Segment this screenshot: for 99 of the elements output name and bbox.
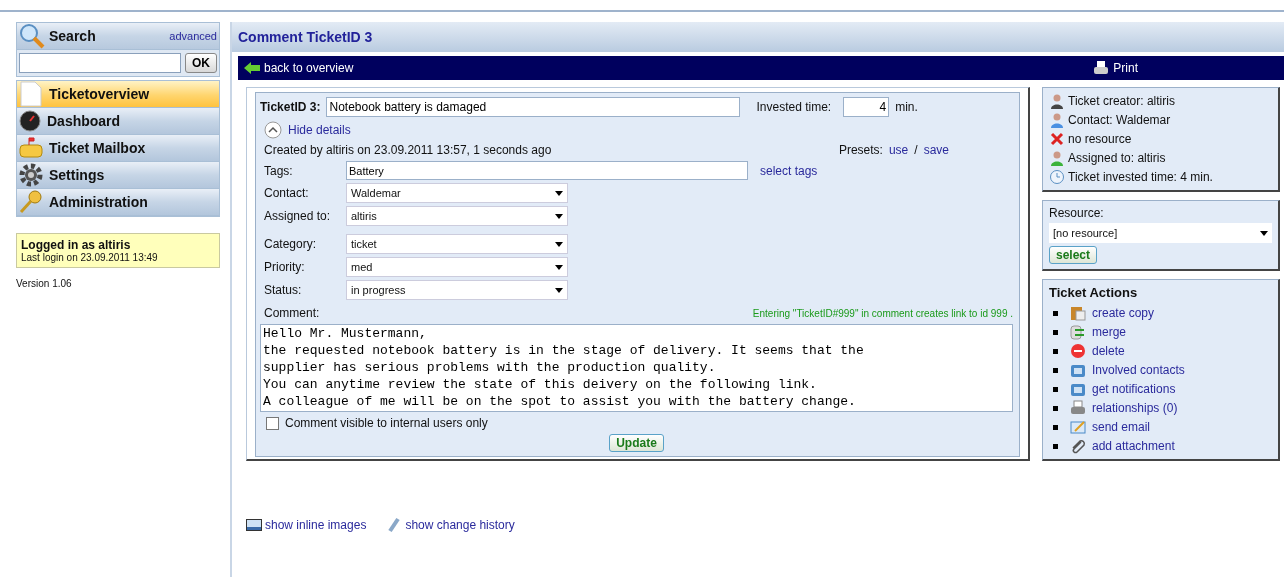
field-label: Assigned to: bbox=[264, 209, 332, 223]
caret-icon bbox=[555, 190, 563, 196]
mailbox-icon bbox=[19, 137, 43, 159]
unit-label: min. bbox=[895, 100, 918, 114]
caret-icon bbox=[555, 287, 563, 293]
nav-item[interactable]: Administration bbox=[17, 189, 219, 216]
info-text: no resource bbox=[1068, 132, 1132, 146]
caret-icon bbox=[555, 241, 563, 247]
bullet-icon bbox=[1053, 424, 1058, 430]
action-link[interactable]: add attachment bbox=[1092, 439, 1175, 453]
advanced-search-link[interactable]: advanced bbox=[169, 30, 217, 42]
preset-link[interactable]: save bbox=[923, 143, 949, 157]
image-icon bbox=[246, 517, 262, 533]
cross-icon bbox=[1049, 131, 1065, 147]
field-label: Priority: bbox=[264, 260, 306, 274]
comment-field[interactable]: Hello Mr. Mustermann, the requested notebook battery is in the stage of delivery. It seems that the supplier has serious problems with the production quality. You can anytime review the state of this deivery on the following link. A colleague of me will be on the spot to assist you with the battery change. bbox=[260, 324, 1013, 412]
dropdown[interactable]: in progress bbox=[346, 280, 568, 300]
last-login: Last login on 23.09.2011 13:49 bbox=[21, 252, 159, 263]
nav-item[interactable]: Dashboard bbox=[17, 108, 219, 135]
preset-link[interactable]: use bbox=[888, 143, 909, 157]
print-link[interactable]: Print bbox=[1093, 60, 1138, 76]
footer-link[interactable]: show change history bbox=[405, 518, 515, 532]
magnifier-icon bbox=[19, 23, 45, 49]
clock-icon bbox=[1049, 169, 1065, 185]
nav-item[interactable]: Ticketoverview bbox=[17, 81, 219, 108]
bullet-icon bbox=[1053, 367, 1058, 373]
field-label: Contact: bbox=[264, 186, 310, 200]
search-field[interactable] bbox=[19, 53, 181, 73]
bullet-icon bbox=[1053, 386, 1058, 392]
merge-icon bbox=[1070, 324, 1086, 340]
arrow-left-icon bbox=[244, 62, 260, 74]
action-link[interactable]: delete bbox=[1092, 344, 1125, 358]
gear-icon bbox=[19, 163, 43, 187]
footer-link[interactable]: show inline images bbox=[265, 518, 367, 532]
resource-label: Resource: bbox=[1049, 206, 1105, 220]
checkbox-label: Comment visible to internal users only bbox=[285, 416, 488, 430]
bullet-icon bbox=[1053, 348, 1058, 354]
page-title: Comment TicketID 3 bbox=[232, 22, 1284, 52]
bullet-icon bbox=[1053, 405, 1058, 411]
update-button[interactable]: Update bbox=[609, 434, 664, 452]
caret-icon bbox=[555, 264, 563, 270]
comment-label: Comment: bbox=[264, 306, 320, 320]
action-link[interactable]: send email bbox=[1092, 420, 1151, 434]
checkbox[interactable] bbox=[266, 416, 279, 430]
page-icon bbox=[19, 81, 43, 107]
back-link[interactable]: back to overview bbox=[244, 61, 354, 75]
tags-field[interactable]: Battery bbox=[346, 161, 748, 180]
clipboard-icon bbox=[1070, 305, 1086, 321]
caret-icon bbox=[555, 213, 563, 219]
dropdown[interactable]: altiris bbox=[346, 206, 568, 226]
ticket-id-label: TicketID 3: bbox=[260, 100, 321, 114]
invested-time-field[interactable]: 4 bbox=[843, 97, 890, 117]
invested-time-label: Invested time: bbox=[756, 100, 832, 114]
version-text: Version 1.06 bbox=[16, 278, 73, 289]
printer-icon bbox=[1070, 400, 1086, 416]
bullet-icon bbox=[1053, 329, 1058, 335]
presets-label: Presets: bbox=[838, 143, 883, 157]
action-link[interactable]: create copy bbox=[1092, 306, 1155, 320]
caret-icon bbox=[1260, 230, 1268, 236]
delete-icon bbox=[1070, 343, 1086, 359]
dropdown[interactable]: ticket bbox=[346, 234, 568, 254]
action-link[interactable]: get notifications bbox=[1092, 382, 1176, 396]
paperclip-icon bbox=[1070, 438, 1086, 454]
bullet-icon bbox=[1053, 310, 1058, 316]
nav-item[interactable]: Ticket Mailbox bbox=[17, 135, 219, 162]
bullet-icon bbox=[1053, 443, 1058, 449]
info-text: Assigned to: altiris bbox=[1068, 151, 1166, 165]
person-icon bbox=[1049, 150, 1065, 166]
gauge-icon bbox=[19, 110, 41, 132]
key-icon bbox=[19, 190, 43, 214]
person-icon bbox=[1049, 93, 1065, 109]
actions-title: Ticket Actions bbox=[1049, 285, 1139, 300]
action-link[interactable]: merge bbox=[1092, 325, 1126, 339]
hide-details-link[interactable]: Hide details bbox=[288, 123, 351, 137]
search-title: Search bbox=[49, 28, 96, 44]
created-info: Created by altiris on 23.09.2011 13:57, 1 seconds ago bbox=[264, 143, 552, 157]
email-icon bbox=[1070, 419, 1086, 435]
dropdown[interactable]: med bbox=[346, 257, 568, 277]
comment-hint: Entering "TicketID#999" in comment creates link to id 999 . bbox=[752, 307, 1013, 319]
ok-button[interactable]: OK bbox=[185, 53, 217, 73]
field-label: Tags: bbox=[264, 163, 294, 178]
subject-field[interactable]: Notebook battery is damaged bbox=[326, 97, 741, 117]
nav-item[interactable]: Settings bbox=[17, 162, 219, 189]
login-title: Logged in as altiris bbox=[21, 238, 132, 252]
printer-icon bbox=[1093, 60, 1110, 76]
info-text: Contact: Waldemar bbox=[1068, 113, 1171, 127]
dropdown[interactable]: Waldemar bbox=[346, 183, 568, 203]
separator: / bbox=[914, 143, 918, 157]
field-label: Category: bbox=[264, 237, 318, 251]
info-text: Ticket creator: altiris bbox=[1068, 94, 1175, 108]
select-tags-link[interactable]: select tags bbox=[760, 163, 818, 178]
collapse-icon[interactable] bbox=[264, 121, 282, 139]
field-label: Status: bbox=[264, 283, 303, 297]
person-icon bbox=[1049, 112, 1065, 128]
select-button[interactable]: select bbox=[1049, 246, 1098, 264]
action-link[interactable]: Involved contacts bbox=[1092, 363, 1185, 377]
action-link[interactable]: relationships (0) bbox=[1092, 401, 1178, 415]
resource-dropdown[interactable]: [no resource] bbox=[1049, 223, 1272, 243]
info-text: Ticket invested time: 4 min. bbox=[1068, 170, 1213, 184]
